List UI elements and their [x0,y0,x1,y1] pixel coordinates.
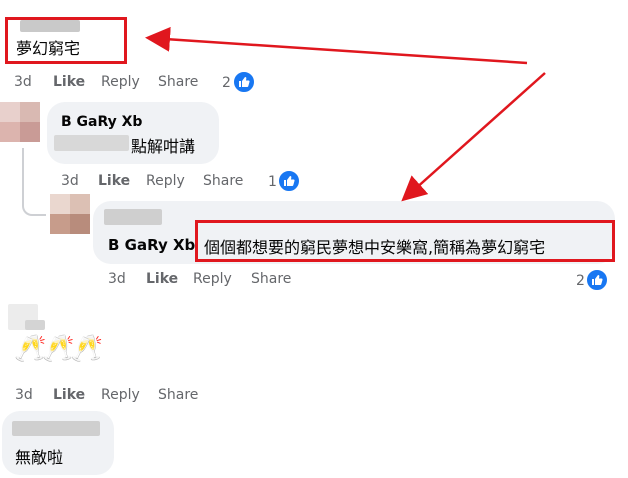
mention-link[interactable]: B GaRy Xb [108,236,195,254]
like-button[interactable]: Like [98,173,130,189]
thread-connector [22,148,46,216]
reaction-count[interactable]: 1 [268,174,277,190]
like-button[interactable]: Like [53,387,85,403]
like-button[interactable]: Like [146,271,178,287]
blurred-author-name [12,421,100,436]
comment-text: 無敵啦 [15,448,64,467]
avatar[interactable] [0,102,40,142]
blurred-author-name [25,320,45,330]
thumbs-up-icon[interactable] [233,71,255,93]
share-button[interactable]: Share [203,173,243,189]
thumbs-up-icon[interactable] [278,170,300,192]
blurred-author-name [104,209,162,225]
reply-button[interactable]: Reply [101,387,140,403]
avatar[interactable] [50,194,90,234]
annotation-box [5,17,127,64]
blurred-text [54,135,129,151]
annotation-box [195,220,615,262]
reaction-count[interactable]: 2 [222,75,231,91]
like-button[interactable]: Like [53,74,85,90]
share-button[interactable]: Share [251,271,291,287]
reply-button[interactable]: Reply [193,271,232,287]
comment-author[interactable]: B GaRy Xb [61,114,142,130]
thumbs-up-icon[interactable] [586,269,608,291]
comment-time[interactable]: 3d [15,387,33,403]
comment-text: 點解咁講 [131,137,196,156]
arrow-annotation [401,72,546,202]
comment-time[interactable]: 3d [14,74,32,90]
champagne-glasses-icon: 🥂🥂🥂 [14,334,103,364]
comment-time[interactable]: 3d [108,271,126,287]
reaction-count[interactable]: 2 [576,273,585,289]
comment-time[interactable]: 3d [61,173,79,189]
share-button[interactable]: Share [158,387,198,403]
reply-button[interactable]: Reply [101,74,140,90]
reply-button[interactable]: Reply [146,173,185,189]
arrow-annotation [145,26,528,65]
share-button[interactable]: Share [158,74,198,90]
